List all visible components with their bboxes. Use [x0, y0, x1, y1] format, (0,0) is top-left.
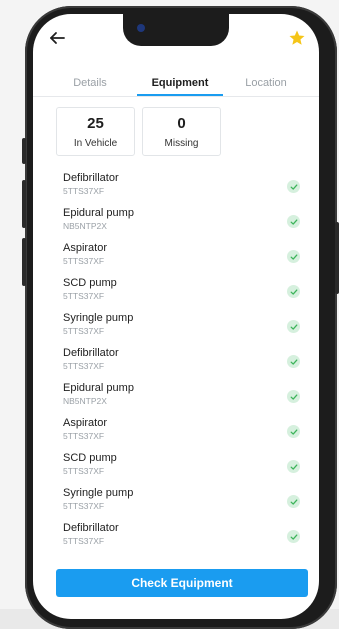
- equipment-code: 5TTS37XF: [63, 256, 105, 266]
- equipment-code: NB5NTP2X: [63, 396, 107, 406]
- equipment-name: Epidural pump: [63, 382, 134, 394]
- equipment-name: SCD pump: [63, 277, 117, 289]
- list-item[interactable]: SCD pump 5TTS37XF: [33, 451, 319, 481]
- check-icon: [287, 180, 300, 193]
- equipment-code: 5TTS37XF: [63, 361, 105, 371]
- phone-volume-up-button: [22, 180, 26, 228]
- missing-count: 0: [177, 115, 186, 132]
- equipment-name: Defibrillator: [63, 522, 119, 534]
- missing-card: 0 Missing: [142, 107, 221, 156]
- check-icon: [287, 285, 300, 298]
- check-icon: [287, 355, 300, 368]
- equipment-name: Syringle pump: [63, 487, 134, 499]
- tab-equipment[interactable]: Equipment: [137, 70, 223, 95]
- arrow-left-icon[interactable]: [47, 27, 69, 49]
- equipment-code: 5TTS37XF: [63, 536, 105, 546]
- check-icon: [287, 495, 300, 508]
- list-item[interactable]: Defibrillator 5TTS37XF: [33, 171, 319, 201]
- list-item[interactable]: Defibrillator 5TTS37XF: [33, 346, 319, 376]
- equipment-name: Aspirator: [63, 417, 108, 429]
- check-icon: [287, 460, 300, 473]
- list-item[interactable]: SCD pump 5TTS37XF: [33, 276, 319, 306]
- equipment-name: Aspirator: [63, 242, 108, 254]
- equipment-code: 5TTS37XF: [63, 466, 105, 476]
- equipment-name: Epidural pump: [63, 207, 134, 219]
- phone-side-button: [22, 138, 26, 164]
- list-item[interactable]: Syringle pump 5TTS37XF: [33, 311, 319, 341]
- in-vehicle-card: 25 In Vehicle: [56, 107, 135, 156]
- tab-location[interactable]: Location: [229, 70, 303, 95]
- tab-bar: Details Equipment Location: [33, 70, 319, 96]
- equipment-name: SCD pump: [63, 452, 117, 464]
- phone-notch: [123, 14, 229, 46]
- equipment-name: Syringle pump: [63, 312, 134, 324]
- equipment-code: 5TTS37XF: [63, 326, 105, 336]
- check-equipment-button[interactable]: Check Equipment: [56, 569, 308, 597]
- equipment-name: Defibrillator: [63, 347, 119, 359]
- equipment-code: 5TTS37XF: [63, 431, 105, 441]
- equipment-code: NB5NTP2X: [63, 221, 107, 231]
- check-icon: [287, 250, 300, 263]
- equipment-code: 5TTS37XF: [63, 186, 105, 196]
- tab-divider: [33, 96, 319, 97]
- missing-label: Missing: [164, 138, 199, 149]
- app-screen: Details Equipment Location 25 In Vehicle…: [33, 14, 319, 619]
- phone-power-button: [335, 222, 339, 294]
- star-icon[interactable]: [288, 29, 306, 47]
- list-item[interactable]: Aspirator 5TTS37XF: [33, 241, 319, 271]
- in-vehicle-count: 25: [87, 115, 104, 132]
- check-icon: [287, 320, 300, 333]
- check-icon: [287, 390, 300, 403]
- tab-details[interactable]: Details: [55, 70, 125, 95]
- list-item[interactable]: Syringle pump 5TTS37XF: [33, 486, 319, 516]
- phone-volume-down-button: [22, 238, 26, 286]
- check-icon: [287, 425, 300, 438]
- list-item[interactable]: Aspirator 5TTS37XF: [33, 416, 319, 446]
- check-icon: [287, 530, 300, 543]
- equipment-code: 5TTS37XF: [63, 501, 105, 511]
- equipment-code: 5TTS37XF: [63, 291, 105, 301]
- list-item[interactable]: Epidural pump NB5NTP2X: [33, 206, 319, 236]
- camera-icon: [137, 24, 145, 32]
- list-item[interactable]: Epidural pump NB5NTP2X: [33, 381, 319, 411]
- check-icon: [287, 215, 300, 228]
- list-item[interactable]: Defibrillator 5TTS37XF: [33, 521, 319, 551]
- equipment-name: Defibrillator: [63, 172, 119, 184]
- in-vehicle-label: In Vehicle: [73, 138, 118, 149]
